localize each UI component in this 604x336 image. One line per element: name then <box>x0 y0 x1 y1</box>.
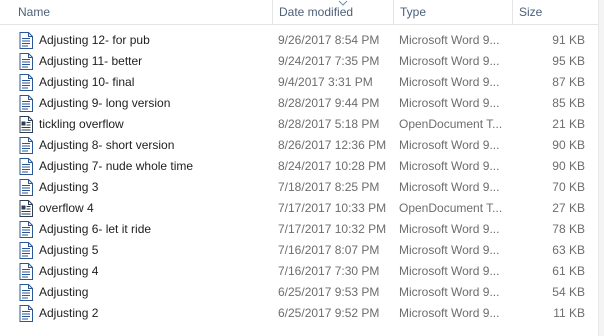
file-size: 11 KB <box>553 306 585 320</box>
file-row[interactable]: Adjusting 3 7/18/2017 8:25 PM Microsoft Wo… <box>0 177 604 198</box>
file-type: Microsoft Word 9... <box>399 54 500 68</box>
file-name[interactable]: Adjusting 4 <box>39 261 98 282</box>
file-row[interactable]: Adjusting 2 6/25/2017 9:52 PM Microsoft Wo… <box>0 303 604 324</box>
word-document-icon <box>19 284 33 301</box>
file-row[interactable]: overflow 4 7/17/2017 10:33 PM OpenDocument… <box>0 198 604 219</box>
file-date-modified: 7/17/2017 10:32 PM <box>278 222 387 236</box>
word-document-icon <box>19 305 33 322</box>
column-header-name[interactable]: Name <box>12 0 272 24</box>
file-type: OpenDocument T... <box>399 117 503 131</box>
file-size: 70 KB <box>552 180 585 194</box>
column-header-type[interactable]: Type <box>394 0 512 24</box>
word-document-icon <box>19 263 33 280</box>
opendocument-text-icon <box>19 116 33 133</box>
file-size: 63 KB <box>552 243 585 257</box>
file-name[interactable]: Adjusting 5 <box>39 240 98 261</box>
file-size: 95 KB <box>552 54 585 68</box>
file-type: Microsoft Word 9... <box>399 285 500 299</box>
word-document-icon <box>19 95 33 112</box>
file-size: 90 KB <box>552 138 585 152</box>
file-row[interactable]: Adjusting 9- long version 8/28/2017 9:44 … <box>0 93 604 114</box>
file-type: Microsoft Word 9... <box>399 33 500 47</box>
file-row[interactable]: Adjusting 11- better 9/24/2017 7:35 PM Mic… <box>0 51 604 72</box>
file-name[interactable]: Adjusting <box>39 282 88 303</box>
file-type: Microsoft Word 9... <box>399 243 500 257</box>
file-name[interactable]: Adjusting 8- short version <box>39 135 174 156</box>
column-header-date-modified[interactable]: Date modified <box>273 0 393 24</box>
file-date-modified: 9/4/2017 3:31 PM <box>278 75 373 89</box>
column-header-bar: Name Date modified Type Size <box>0 0 604 25</box>
file-type: Microsoft Word 9... <box>399 96 500 110</box>
word-document-icon <box>19 32 33 49</box>
file-type: Microsoft Word 9... <box>399 75 500 89</box>
file-size: 91 KB <box>552 33 585 47</box>
file-type: Microsoft Word 9... <box>399 159 500 173</box>
word-document-icon <box>19 158 33 175</box>
file-row[interactable]: Adjusting 12- for pub 9/26/2017 8:54 PM Mi… <box>0 30 604 51</box>
file-name[interactable]: Adjusting 10- final <box>39 72 134 93</box>
file-type: Microsoft Word 9... <box>399 306 500 320</box>
word-document-icon <box>19 179 33 196</box>
file-type: OpenDocument T... <box>399 201 503 215</box>
file-size: 27 KB <box>552 201 585 215</box>
file-row[interactable]: Adjusting 8- short version 8/26/2017 12:3… <box>0 135 604 156</box>
file-row[interactable]: tickling overflow 8/28/2017 5:18 PM OpenDo… <box>0 114 604 135</box>
column-header-size[interactable]: Size <box>513 0 598 24</box>
file-size: 78 KB <box>552 222 585 236</box>
file-name[interactable]: Adjusting 11- better <box>39 51 142 72</box>
file-date-modified: 7/16/2017 8:07 PM <box>278 243 380 257</box>
file-date-modified: 8/28/2017 9:44 PM <box>278 96 380 110</box>
file-date-modified: 8/28/2017 5:18 PM <box>278 117 380 131</box>
file-size: 85 KB <box>552 96 585 110</box>
file-row[interactable]: Adjusting 10- final 9/4/2017 3:31 PM Micro… <box>0 72 604 93</box>
file-name[interactable]: Adjusting 9- long version <box>39 93 170 114</box>
file-name[interactable]: Adjusting 3 <box>39 177 98 198</box>
vertical-scrollbar[interactable] <box>598 0 604 336</box>
file-date-modified: 6/25/2017 9:53 PM <box>278 285 380 299</box>
file-size: 21 KB <box>552 117 585 131</box>
opendocument-text-icon <box>19 200 33 217</box>
file-name[interactable]: tickling overflow <box>39 114 124 135</box>
file-date-modified: 8/26/2017 12:36 PM <box>278 138 387 152</box>
file-date-modified: 7/17/2017 10:33 PM <box>278 201 387 215</box>
file-date-modified: 9/26/2017 8:54 PM <box>278 33 380 47</box>
file-size: 87 KB <box>552 75 585 89</box>
word-document-icon <box>19 137 33 154</box>
file-row[interactable]: Adjusting 7- nude whole time 8/24/2017 10… <box>0 156 604 177</box>
file-type: Microsoft Word 9... <box>399 222 500 236</box>
word-document-icon <box>19 242 33 259</box>
word-document-icon <box>19 74 33 91</box>
file-size: 90 KB <box>552 159 585 173</box>
file-date-modified: 9/24/2017 7:35 PM <box>278 54 380 68</box>
file-date-modified: 6/25/2017 9:52 PM <box>278 306 380 320</box>
file-row[interactable]: Adjusting 6/25/2017 9:53 PM Microsoft Word… <box>0 282 604 303</box>
file-date-modified: 8/24/2017 10:28 PM <box>278 159 387 173</box>
file-name[interactable]: Adjusting 7- nude whole time <box>39 156 193 177</box>
file-size: 61 KB <box>552 264 585 278</box>
file-row[interactable]: Adjusting 4 7/16/2017 7:30 PM Microsoft Wo… <box>0 261 604 282</box>
file-date-modified: 7/18/2017 8:25 PM <box>278 180 380 194</box>
file-name[interactable]: Adjusting 6- let it ride <box>39 219 151 240</box>
file-type: Microsoft Word 9... <box>399 180 500 194</box>
file-row[interactable]: Adjusting 5 7/16/2017 8:07 PM Microsoft Wo… <box>0 240 604 261</box>
file-name[interactable]: overflow 4 <box>39 198 94 219</box>
word-document-icon <box>19 221 33 238</box>
file-list: Adjusting 12- for pub 9/26/2017 8:54 PM Mi… <box>0 30 604 324</box>
file-name[interactable]: Adjusting 2 <box>39 303 98 324</box>
file-row[interactable]: Adjusting 6- let it ride 7/17/2017 10:32 … <box>0 219 604 240</box>
file-name[interactable]: Adjusting 12- for pub <box>39 30 150 51</box>
file-date-modified: 7/16/2017 7:30 PM <box>278 264 380 278</box>
file-size: 54 KB <box>552 285 585 299</box>
word-document-icon <box>19 53 33 70</box>
file-type: Microsoft Word 9... <box>399 138 500 152</box>
file-type: Microsoft Word 9... <box>399 264 500 278</box>
